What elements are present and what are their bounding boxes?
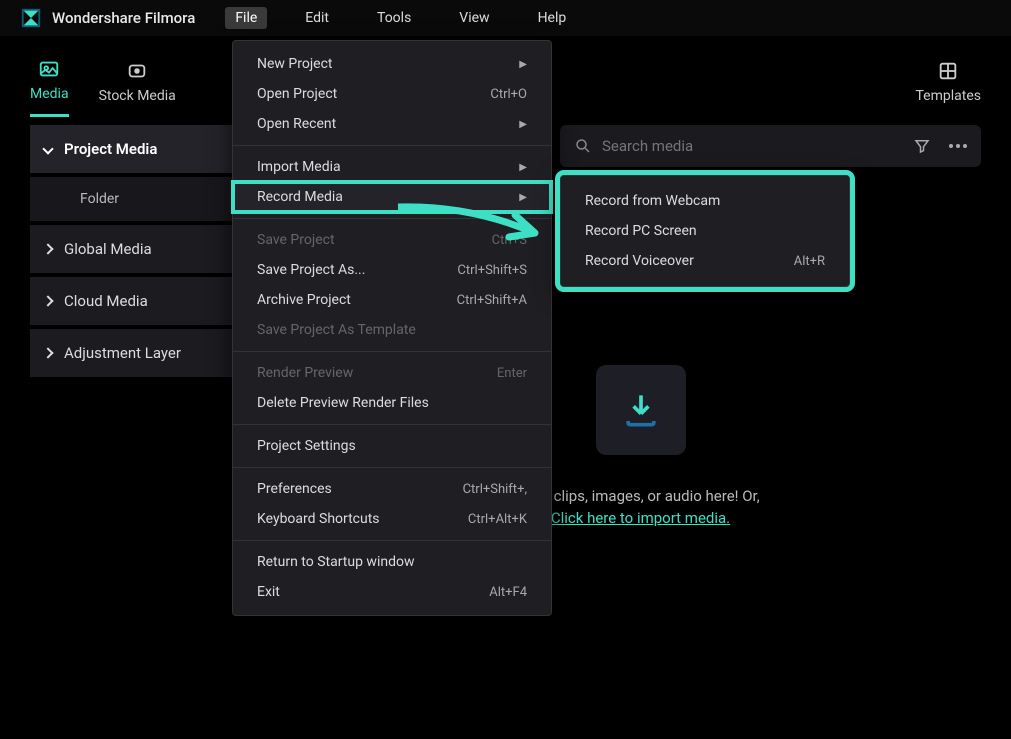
tab-partial-2[interactable]: Templates — [916, 60, 982, 116]
tab-stock-media[interactable]: Stock Media — [99, 60, 176, 116]
tab-media[interactable]: Media — [30, 58, 69, 117]
file-menu: New Project▶ Open ProjectCtrl+O Open Rec… — [232, 40, 552, 616]
sidebar-label: Adjustment Layer — [64, 344, 181, 362]
app-title: Wondershare Filmora — [52, 9, 195, 27]
menu-exit[interactable]: ExitAlt+F4 — [233, 577, 551, 607]
menu-import-media[interactable]: Import Media▶ — [233, 152, 551, 182]
menu-separator — [233, 540, 551, 541]
menu-save-project-as[interactable]: Save Project As...Ctrl+Shift+S — [233, 255, 551, 285]
download-icon — [619, 388, 663, 432]
app-logo — [20, 7, 42, 29]
media-icon — [38, 58, 60, 80]
grid-icon — [937, 60, 959, 82]
submenu-record-webcam[interactable]: Record from Webcam — [561, 186, 849, 216]
menu-open-project[interactable]: Open ProjectCtrl+O — [233, 79, 551, 109]
menu-project-settings[interactable]: Project Settings — [233, 431, 551, 461]
menu-open-recent[interactable]: Open Recent▶ — [233, 109, 551, 139]
import-link[interactable]: Click here to import media. — [551, 509, 730, 527]
menu-return-startup[interactable]: Return to Startup window — [233, 547, 551, 577]
submenu-record-voiceover[interactable]: Record VoiceoverAlt+R — [561, 246, 849, 276]
menu-render-preview: Render PreviewEnter — [233, 358, 551, 388]
menu-file[interactable]: File — [225, 7, 267, 29]
title-bar: Wondershare Filmora File Edit Tools View… — [0, 0, 1011, 36]
menu-separator — [233, 351, 551, 352]
menu-separator — [233, 145, 551, 146]
import-help-text: ideo clips, images, or audio here! Or, C… — [521, 485, 759, 530]
search-icon — [574, 137, 592, 155]
menu-bar: File Edit Tools View Help — [225, 7, 576, 29]
sidebar-label: Cloud Media — [64, 292, 148, 310]
cloud-icon — [126, 60, 148, 82]
menu-help[interactable]: Help — [528, 7, 577, 29]
menu-edit[interactable]: Edit — [295, 7, 339, 29]
search-bar — [560, 125, 981, 167]
chevron-right-icon — [42, 295, 53, 306]
import-drop-zone[interactable] — [596, 365, 686, 455]
menu-preferences[interactable]: PreferencesCtrl+Shift+, — [233, 474, 551, 504]
menu-keyboard-shortcuts[interactable]: Keyboard ShortcutsCtrl+Alt+K — [233, 504, 551, 534]
submenu-record-screen[interactable]: Record PC Screen — [561, 216, 849, 246]
menu-archive-project[interactable]: Archive ProjectCtrl+Shift+A — [233, 285, 551, 315]
menu-separator — [233, 424, 551, 425]
search-input[interactable] — [602, 137, 903, 155]
tab-label: Media — [30, 86, 69, 102]
submenu-arrow-icon: ▶ — [519, 162, 527, 173]
menu-separator — [233, 218, 551, 219]
record-media-submenu: Record from Webcam Record PC Screen Reco… — [560, 175, 850, 287]
sidebar-label: Project Media — [64, 140, 157, 158]
menu-save-project: Save ProjectCtrl+S — [233, 225, 551, 255]
menu-tools[interactable]: Tools — [367, 7, 421, 29]
more-icon[interactable] — [949, 144, 967, 148]
menu-new-project[interactable]: New Project▶ — [233, 49, 551, 79]
menu-save-template: Save Project As Template — [233, 315, 551, 345]
chevron-right-icon — [42, 347, 53, 358]
menu-view[interactable]: View — [449, 7, 499, 29]
submenu-arrow-icon: ▶ — [519, 59, 527, 70]
chevron-right-icon — [42, 243, 53, 254]
chevron-down-icon — [42, 143, 53, 154]
submenu-arrow-icon: ▶ — [519, 119, 527, 130]
menu-separator — [233, 467, 551, 468]
menu-record-media[interactable]: Record Media▶ — [233, 182, 551, 212]
tab-label: Stock Media — [99, 88, 176, 104]
submenu-arrow-icon: ▶ — [519, 192, 527, 203]
filter-icon[interactable] — [913, 137, 931, 155]
tab-label: Templates — [916, 88, 982, 104]
sidebar-label: Global Media — [64, 240, 152, 258]
menu-delete-preview[interactable]: Delete Preview Render Files — [233, 388, 551, 418]
